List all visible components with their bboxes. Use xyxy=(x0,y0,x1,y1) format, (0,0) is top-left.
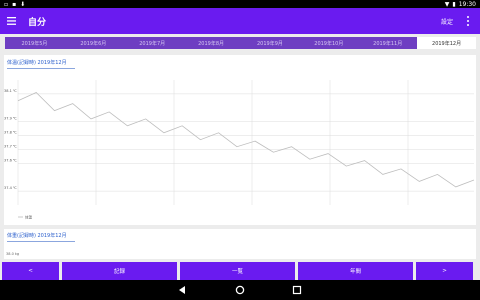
list-button[interactable]: 一覧 xyxy=(180,262,295,280)
weight-chart-title: 体重(記録時) 2019年12月 xyxy=(7,232,75,242)
tab-month-8[interactable]: 2019年12月 xyxy=(417,37,476,49)
next-button[interactable]: > xyxy=(416,262,473,280)
temperature-chart-card: 体温(記録時) 2019年12月 38.1 ℃ 37.9 ℃ 37.8 ℃ 37.7 … xyxy=(4,55,476,225)
y-tick-label: 37.6 ℃ xyxy=(4,158,17,162)
y-tick-label: 37.7 ℃ xyxy=(4,144,17,148)
download-icon: ⬇ xyxy=(20,0,26,8)
legend-label: 体温 xyxy=(25,214,32,219)
navigation-bar xyxy=(0,280,480,300)
recents-icon[interactable] xyxy=(292,285,302,295)
y-tick-label: 37.9 ℃ xyxy=(4,117,17,121)
wifi-icon: ▼ xyxy=(444,0,450,8)
menu-button[interactable] xyxy=(0,8,22,34)
hamburger-icon xyxy=(6,17,16,25)
tab-month-6[interactable]: 2019年10月 xyxy=(299,37,358,49)
prev-button[interactable]: < xyxy=(2,262,59,280)
battery-icon: ▮ xyxy=(452,0,456,8)
y-tick-label: 37.4 ℃ xyxy=(4,186,17,190)
more-options-icon[interactable] xyxy=(465,16,471,26)
home-icon[interactable] xyxy=(235,285,245,295)
y-tick-label: 38.1 ℃ xyxy=(4,89,17,93)
settings-button[interactable]: 設定 xyxy=(441,17,453,26)
tab-month-1[interactable]: 2019年5月 xyxy=(5,37,64,49)
weight-chart-card: 体重(記録時) 2019年12月 38.0 kg xyxy=(4,229,476,259)
bottom-bar: < 記録 一覧 年間 > xyxy=(0,262,480,280)
temperature-chart: 38.1 ℃ 37.9 ℃ 37.8 ℃ 37.7 ℃ 37.6 ℃ 37.4 ℃ 体温 xyxy=(4,80,475,219)
y-tick-label: 37.8 ℃ xyxy=(4,131,17,135)
status-bar: ▫ ▪ ⬇ ▼ ▮ 19:30 xyxy=(0,0,480,8)
tab-month-4[interactable]: 2019年8月 xyxy=(182,37,241,49)
image-icon: ▪ xyxy=(12,0,17,8)
app-bar: 自分 設定 xyxy=(0,8,480,34)
clock-text: 19:30 xyxy=(458,0,476,8)
tab-month-5[interactable]: 2019年9月 xyxy=(241,37,300,49)
record-button[interactable]: 記録 xyxy=(62,262,177,280)
tab-month-3[interactable]: 2019年7月 xyxy=(123,37,182,49)
annual-button[interactable]: 年間 xyxy=(298,262,413,280)
tab-month-2[interactable]: 2019年6月 xyxy=(64,37,123,49)
notification-icon: ▫ xyxy=(4,0,9,8)
month-tabs: 2019年5月 2019年6月 2019年7月 2019年8月 2019年9月 2019年… xyxy=(5,37,476,49)
tab-month-7[interactable]: 2019年11月 xyxy=(358,37,417,49)
weight-partial-tick: 38.0 kg xyxy=(6,252,20,256)
back-icon[interactable] xyxy=(177,285,187,295)
series-line-temperature xyxy=(17,92,475,188)
page-title: 自分 xyxy=(28,17,47,28)
